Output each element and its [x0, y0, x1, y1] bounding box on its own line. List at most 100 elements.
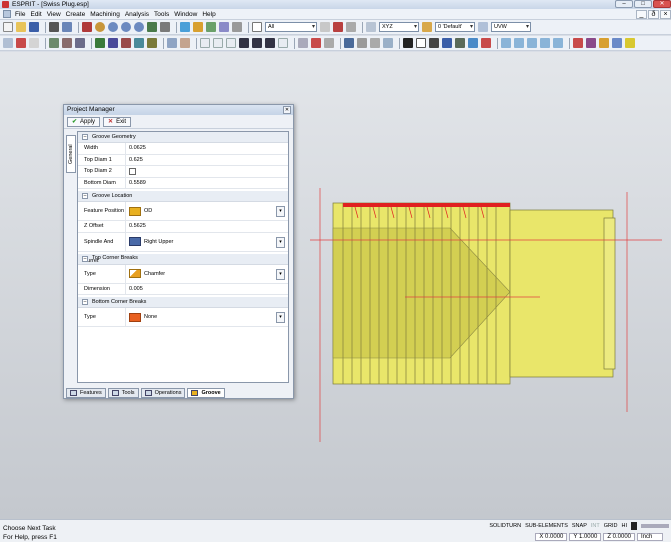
part-setup-icon[interactable] [416, 38, 426, 48]
top-type-select[interactable]: Chamfer ▾ [126, 265, 288, 283]
work-coordinate-combo[interactable]: UVW [491, 22, 531, 32]
exit-button[interactable]: ✕ Exit [103, 116, 132, 127]
select-arrow-icon[interactable] [252, 22, 262, 32]
project-manager-window[interactable]: Project Manager ✕ ✔ Apply ✕ Exit General –… [63, 104, 294, 399]
mdi-minimize-button[interactable]: _ [636, 9, 647, 19]
document-icon[interactable] [3, 10, 11, 18]
mode-snap[interactable]: SNAP [572, 523, 587, 529]
mdi-restore-button[interactable]: ð [648, 9, 659, 19]
zoom-fit-icon[interactable] [134, 22, 144, 32]
sim-speed-icon[interactable] [298, 38, 308, 48]
render-icon[interactable] [219, 22, 229, 32]
simulation-icon[interactable] [468, 38, 478, 48]
z-offset-field[interactable]: 0.5625 [126, 223, 288, 229]
minimize-button[interactable]: – [615, 0, 633, 8]
move-icon[interactable] [160, 22, 170, 32]
zoom-out-icon[interactable] [121, 22, 131, 32]
coordinate-system-icon[interactable] [478, 22, 488, 32]
chevron-down-icon[interactable]: ▾ [276, 268, 285, 280]
workpiece-icon[interactable] [442, 38, 452, 48]
select-chain-icon[interactable] [333, 22, 343, 32]
zoom-window-icon[interactable] [95, 22, 105, 32]
mill-icon[interactable] [16, 38, 26, 48]
zoom-slider[interactable] [641, 524, 669, 528]
spindle-turret-select[interactable]: Right Upper ▾ [126, 233, 288, 251]
tab-tools[interactable]: Tools [107, 387, 139, 398]
menu-edit[interactable]: Edit [30, 11, 41, 18]
solid-join-icon[interactable] [370, 38, 380, 48]
mdi-close-button[interactable]: × [660, 9, 671, 19]
setup-sheet-icon[interactable] [612, 38, 622, 48]
pause-icon[interactable] [226, 38, 236, 48]
collapse-icon[interactable]: – [82, 193, 88, 199]
pan-icon[interactable] [82, 22, 92, 32]
print-icon[interactable] [49, 22, 59, 32]
close-icon[interactable]: ✕ [283, 106, 291, 114]
units-indicator[interactable]: Inch [637, 533, 663, 541]
maximize-button[interactable]: □ [634, 0, 652, 8]
collapse-icon[interactable]: – [82, 255, 88, 262]
spindle-icon[interactable] [481, 38, 491, 48]
open-folder-icon[interactable] [16, 22, 26, 32]
operation-list-icon[interactable] [180, 38, 190, 48]
chevron-down-icon[interactable]: ▾ [276, 312, 285, 323]
groove-feature-highlight[interactable] [343, 203, 510, 207]
sim-tool-icon[interactable] [311, 38, 321, 48]
feature-position-select[interactable]: OD ▾ [126, 202, 288, 220]
fast-forward-icon[interactable] [265, 38, 275, 48]
menu-file[interactable]: File [15, 11, 25, 18]
bottom-diam-field[interactable]: 0.5589 [126, 180, 288, 186]
chevron-down-icon[interactable]: ▾ [276, 206, 285, 217]
view-options-icon[interactable] [232, 22, 242, 32]
section-top-corner-breaks[interactable]: – Top Corner Breaks [78, 253, 288, 265]
dimension-field[interactable]: 0.005 [126, 286, 288, 292]
rewind-icon[interactable] [200, 38, 210, 48]
workplane-icon[interactable] [366, 22, 376, 32]
top-diam-1-field[interactable]: 0.625 [126, 157, 288, 163]
step-back-icon[interactable] [213, 38, 223, 48]
tab-groove[interactable]: Groove [187, 387, 225, 398]
drill-tool-icon[interactable] [121, 38, 131, 48]
chuck-icon[interactable] [429, 38, 439, 48]
save-icon[interactable] [29, 22, 39, 32]
stock-icon[interactable] [29, 38, 39, 48]
mode-int[interactable]: INT [591, 523, 600, 529]
mode-hi[interactable]: HI [622, 523, 628, 529]
mode-sub-elements[interactable]: SUB-ELEMENTS [525, 523, 568, 529]
mode-grid[interactable]: GRID [604, 523, 618, 529]
report-icon[interactable] [599, 38, 609, 48]
wire-view-icon[interactable] [193, 22, 203, 32]
width-field[interactable]: 0.0625 [126, 145, 288, 151]
step-forward-icon[interactable] [252, 38, 262, 48]
menu-view[interactable]: View [47, 11, 61, 18]
close-button[interactable]: ✕ [653, 0, 671, 8]
section-groove-geometry[interactable]: – Groove Geometry [78, 132, 288, 143]
turning-tool-icon[interactable] [95, 38, 105, 48]
post-processor-icon[interactable] [586, 38, 596, 48]
milling-tool-icon[interactable] [108, 38, 118, 48]
solid-shell-icon[interactable] [383, 38, 393, 48]
extras-icon[interactable] [625, 38, 635, 48]
paste-icon[interactable] [62, 22, 72, 32]
menu-create[interactable]: Create [66, 11, 86, 18]
menu-analysis[interactable]: Analysis [125, 11, 149, 18]
zoom-in-icon[interactable] [108, 22, 118, 32]
solid-cut-icon[interactable] [357, 38, 367, 48]
shaded-view-icon[interactable] [180, 22, 190, 32]
chevron-down-icon[interactable]: ▾ [276, 236, 285, 248]
turret-icon[interactable] [455, 38, 465, 48]
play-icon[interactable] [239, 38, 249, 48]
tool-path-4-icon[interactable] [540, 38, 550, 48]
top-diam-2-checkbox[interactable] [129, 167, 136, 175]
collapse-icon[interactable]: – [82, 299, 88, 305]
project-manager-title-bar[interactable]: Project Manager ✕ [64, 105, 293, 115]
selection-filter-combo[interactable]: All [265, 22, 317, 32]
new-file-icon[interactable] [3, 22, 13, 32]
stop-icon[interactable] [278, 38, 288, 48]
menu-machining[interactable]: Machining [90, 11, 120, 18]
tab-operations[interactable]: Operations [140, 387, 186, 398]
layer-combo[interactable]: 0 'Default' [435, 22, 475, 32]
tool-path-3-icon[interactable] [527, 38, 537, 48]
section-bottom-corner-breaks[interactable]: – Bottom Corner Breaks [78, 297, 288, 308]
esprit-app-icon[interactable] [2, 1, 9, 8]
